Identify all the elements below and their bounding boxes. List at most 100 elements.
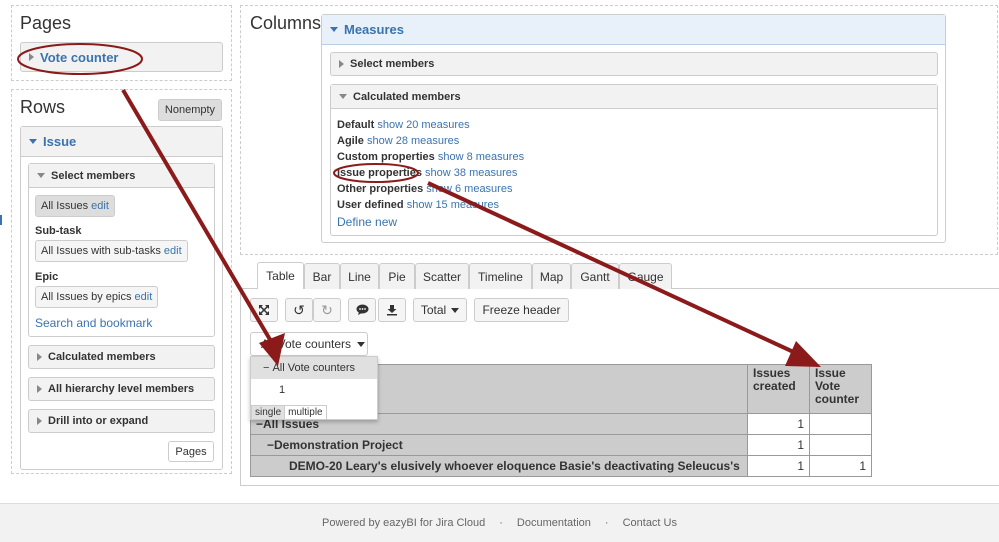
edit-link[interactable]: edit	[164, 245, 182, 257]
download-icon	[387, 305, 397, 316]
page-item-label: Vote counter	[40, 49, 119, 65]
show-measures-link[interactable]: show 6 measures	[426, 183, 512, 195]
columns-title: Columns	[250, 13, 322, 33]
show-measures-link[interactable]: show 20 measures	[377, 119, 469, 131]
measure-group: Other properties show 6 measures	[337, 181, 524, 197]
rows-calculated-members[interactable]: Calculated members	[28, 345, 215, 369]
issue-dimension-header[interactable]: Issue	[21, 127, 222, 157]
page-item-vote-counter[interactable]: Vote counter	[20, 42, 223, 72]
columns-select-members-label: Select members	[350, 58, 435, 70]
redo-button[interactable]: ↻	[313, 298, 341, 322]
measure-group: Custom properties show 8 measures	[337, 149, 524, 165]
table-cell: 1	[809, 455, 872, 477]
footer-powered-by: Powered by eazyBI for Jira Cloud	[321, 517, 486, 529]
pages-button[interactable]: Pages	[168, 441, 214, 462]
measure-group: Default show 20 measures	[337, 117, 524, 133]
drill-into-expand-label: Drill into or expand	[48, 415, 149, 427]
table-cell	[809, 413, 872, 435]
left-edge-indicator	[0, 215, 2, 225]
page-filter-dropdown[interactable]: All Vote counters	[250, 332, 368, 356]
row-label[interactable]: −Demonstration Project	[250, 434, 748, 456]
member-epics-label: All Issues by epics	[41, 291, 132, 303]
epic-label: Epic	[35, 271, 59, 283]
tab-scatter[interactable]: Scatter	[415, 263, 469, 289]
measure-group-name: Agile	[337, 135, 364, 147]
caret-down-icon	[339, 94, 347, 99]
redo-icon: ↻	[321, 301, 333, 318]
edit-link[interactable]: edit	[135, 291, 153, 303]
subtask-label: Sub-task	[35, 225, 82, 237]
footer-separator: ·	[499, 517, 503, 529]
caret-down-icon	[37, 173, 45, 178]
measure-group-name: User defined	[337, 199, 404, 211]
measure-group-name: Other properties	[337, 183, 424, 195]
footer-documentation-link[interactable]: Documentation	[517, 517, 591, 529]
table-cell	[809, 434, 872, 456]
caret-down-icon	[451, 307, 460, 313]
column-header[interactable]: Issue Vote counter	[809, 364, 872, 414]
total-dropdown[interactable]: Total	[413, 298, 467, 322]
caret-down-icon	[29, 139, 37, 144]
undo-icon: ↺	[293, 301, 305, 318]
show-measures-link[interactable]: show 15 measures	[407, 199, 499, 211]
tab-line[interactable]: Line	[340, 263, 379, 289]
member-epics[interactable]: All Issues by epics edit	[35, 286, 159, 308]
select-members-header[interactable]: Select members	[29, 164, 214, 188]
mode-multiple-button[interactable]: multiple	[285, 405, 327, 420]
caret-down-icon	[330, 27, 338, 32]
export-button[interactable]	[378, 298, 406, 322]
table-row: −Demonstration Project 1	[250, 434, 872, 456]
define-new-link[interactable]: Define new	[337, 215, 524, 229]
select-members-label: Select members	[51, 169, 136, 182]
popup-option-label: All Vote counters	[272, 362, 355, 374]
footer-contact-link[interactable]: Contact Us	[623, 517, 677, 529]
comment-icon	[356, 304, 368, 315]
tab-pie[interactable]: Pie	[379, 263, 415, 289]
measure-group-name: Issue properties	[337, 167, 422, 179]
edit-link[interactable]: edit	[91, 200, 109, 212]
member-subtasks-label: All Issues with sub-tasks	[41, 245, 161, 257]
measure-group: Issue properties show 38 measures	[337, 165, 524, 181]
table-cell: 1	[747, 413, 810, 435]
tab-table[interactable]: Table	[257, 262, 304, 289]
show-measures-link[interactable]: show 28 measures	[367, 135, 459, 147]
caret-down-icon	[357, 341, 366, 347]
nonempty-button[interactable]: Nonempty	[158, 99, 222, 121]
popup-option-all[interactable]: − All Vote counters	[251, 357, 377, 379]
tab-gantt[interactable]: Gantt	[571, 263, 619, 289]
member-subtasks[interactable]: All Issues with sub-tasks edit	[35, 240, 188, 262]
columns-select-members[interactable]: Select members	[330, 52, 938, 76]
tab-bar[interactable]: Bar	[304, 263, 340, 289]
member-all-issues-label: All Issues	[41, 200, 89, 212]
caret-right-icon	[37, 385, 42, 393]
caret-right-icon	[37, 353, 42, 361]
member-all-issues[interactable]: All Issues edit	[35, 195, 115, 217]
tab-gauge[interactable]: Gauge	[619, 263, 672, 289]
mode-single-button[interactable]: single	[251, 405, 286, 420]
tab-timeline[interactable]: Timeline	[469, 263, 532, 289]
show-measures-link[interactable]: show 38 measures	[425, 167, 517, 179]
measures-header[interactable]: Measures	[322, 15, 945, 45]
comment-button[interactable]	[348, 298, 376, 322]
undo-button[interactable]: ↺	[285, 298, 313, 322]
caret-right-icon	[37, 417, 42, 425]
fullscreen-button[interactable]	[250, 298, 278, 322]
columns-calculated-members-header[interactable]: Calculated members	[331, 85, 937, 109]
column-header[interactable]: Issues created	[747, 364, 810, 414]
measure-group-name: Custom properties	[337, 151, 435, 163]
caret-right-icon	[339, 60, 344, 68]
selection-mode-toggle: single multiple	[251, 405, 327, 420]
hierarchy-level-members[interactable]: All hierarchy level members	[28, 377, 215, 401]
row-label[interactable]: DEMO-20 Leary's elusively whoever eloque…	[250, 455, 748, 477]
freeze-header-button[interactable]: Freeze header	[474, 298, 569, 322]
show-measures-link[interactable]: show 8 measures	[438, 151, 524, 163]
collapse-icon[interactable]: −	[267, 438, 274, 452]
tab-map[interactable]: Map	[532, 263, 571, 289]
search-bookmark-link[interactable]: Search and bookmark	[35, 316, 152, 330]
footer: Powered by eazyBI for Jira Cloud · Docum…	[0, 503, 999, 542]
row-label-text: DEMO-20 Leary's elusively whoever eloque…	[289, 459, 740, 473]
drill-into-expand[interactable]: Drill into or expand	[28, 409, 215, 433]
rows-title: Rows	[20, 97, 66, 117]
page-filter-popup: − All Vote counters 1 single multiple	[250, 356, 378, 420]
popup-option-1[interactable]: 1	[251, 379, 377, 401]
